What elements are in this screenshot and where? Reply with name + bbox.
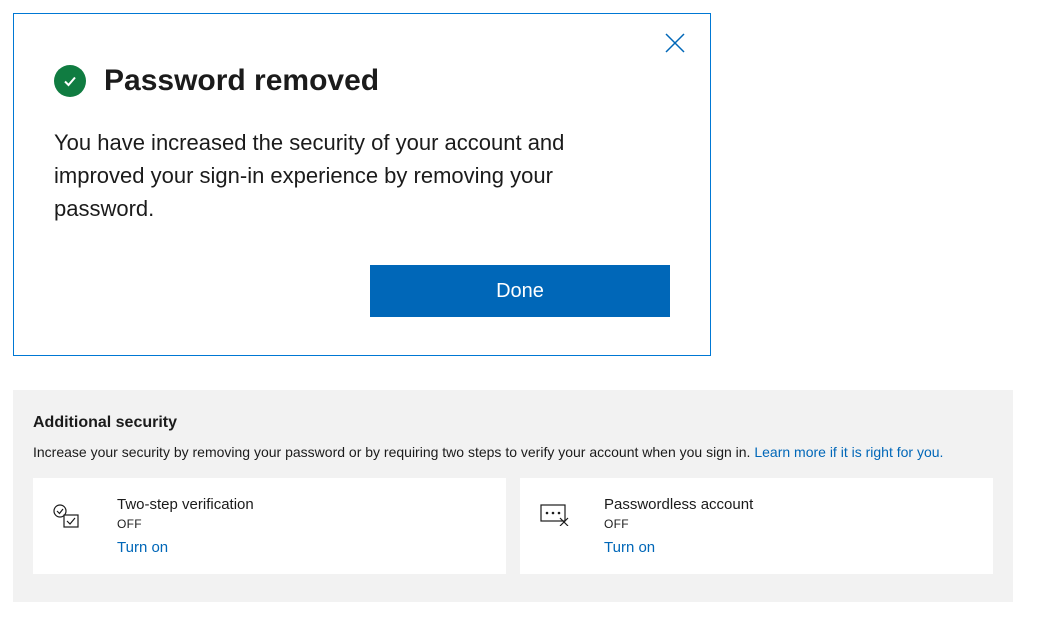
close-icon: [664, 32, 686, 54]
panel-title: Additional security: [33, 414, 993, 432]
card-body: Two-step verification OFF Turn on: [117, 496, 254, 556]
card-body: Passwordless account OFF Turn on: [604, 496, 753, 556]
dialog-title: Password removed: [104, 64, 379, 98]
close-button[interactable]: [658, 26, 692, 60]
security-cards-row: Two-step verification OFF Turn on Passwo…: [33, 478, 993, 574]
card-status: OFF: [604, 517, 753, 531]
learn-more-link[interactable]: Learn more if it is right for you.: [754, 444, 943, 460]
two-step-verification-card: Two-step verification OFF Turn on: [33, 478, 506, 574]
dialog-header: Password removed: [54, 64, 670, 98]
passwordless-account-card: Passwordless account OFF Turn on: [520, 478, 993, 574]
success-icon: [54, 65, 86, 97]
turn-on-link[interactable]: Turn on: [604, 539, 753, 556]
turn-on-link[interactable]: Turn on: [117, 539, 254, 556]
card-title: Passwordless account: [604, 496, 753, 513]
dialog-message: You have increased the security of your …: [54, 126, 634, 225]
passwordless-icon: [540, 504, 568, 532]
card-title: Two-step verification: [117, 496, 254, 513]
additional-security-panel: Additional security Increase your securi…: [13, 390, 1013, 602]
done-button[interactable]: Done: [370, 265, 670, 317]
two-step-icon: [53, 504, 81, 532]
password-removed-dialog: Password removed You have increased the …: [13, 13, 711, 356]
panel-description: Increase your security by removing your …: [33, 444, 993, 460]
panel-description-text: Increase your security by removing your …: [33, 444, 754, 460]
card-status: OFF: [117, 517, 254, 531]
